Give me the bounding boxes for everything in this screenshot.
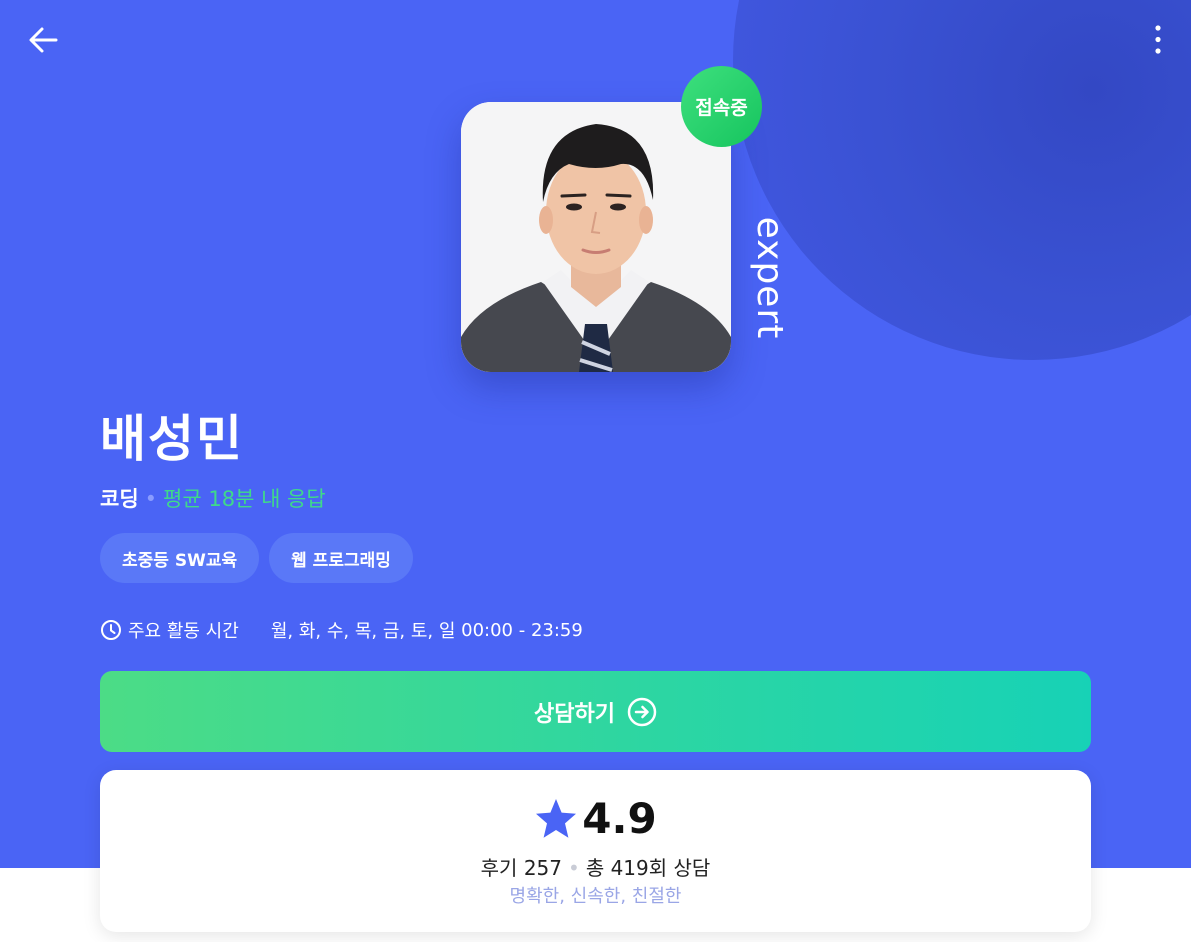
- expert-tags: 초중등 SW교육 웹 프로그래밍: [100, 533, 413, 583]
- online-status-badge: 접속중: [681, 66, 762, 147]
- expert-subline: 코딩 • 평균 18분 내 응답: [100, 484, 326, 514]
- expert-name: 배성민: [100, 410, 244, 468]
- more-vertical-icon: [1155, 25, 1161, 54]
- total-suffix: 회 상담: [648, 856, 711, 880]
- expert-label: expert: [749, 216, 790, 340]
- review-keywords: 명확한, 신속한, 친절한: [509, 886, 682, 907]
- reviews-count[interactable]: 257: [524, 856, 562, 880]
- arrow-left-icon: [29, 27, 58, 53]
- separator-dot: •: [144, 487, 158, 511]
- tag-sw-education[interactable]: 초중등 SW교육: [100, 533, 260, 583]
- schedule-days: 월, 화, 수, 목, 금, 토, 일: [270, 621, 456, 642]
- rating-score: 4.9: [582, 794, 657, 843]
- arrow-right-circle-icon: [627, 697, 657, 726]
- expert-category: 코딩: [100, 487, 139, 511]
- star-icon: [536, 799, 577, 838]
- total-count: 419: [610, 856, 649, 880]
- consult-button[interactable]: 상담하기: [100, 671, 1091, 752]
- more-options-button[interactable]: [1144, 22, 1172, 58]
- review-stats: 후기 257 • 총 419회 상담: [100, 854, 1091, 882]
- rating-score-row: 4.9: [100, 794, 1091, 844]
- stats-separator: •: [568, 856, 580, 880]
- activity-schedule: 주요 활동 시간 월, 화, 수, 목, 금, 토, 일 00:00 - 23:…: [100, 616, 583, 644]
- response-time: 평균 18분 내 응답: [163, 487, 326, 511]
- clock-icon: [101, 620, 121, 640]
- avatar: [461, 102, 731, 372]
- background-circle: [733, 0, 1191, 360]
- profile-hero: 접속중 expert 배성민 코딩 • 평균 18분 내 응답 초중등 SW교육 웹…: [0, 0, 1191, 868]
- consult-button-label: 상담하기: [534, 701, 615, 727]
- rating-card: 4.9 후기 257 • 총 419회 상담 명확한, 신속한, 친절한: [100, 770, 1091, 932]
- schedule-label: 주요 활동 시간: [128, 621, 239, 642]
- tag-web-programming[interactable]: 웹 프로그래밍: [269, 533, 413, 583]
- reviews-label: 후기: [480, 856, 518, 880]
- profile-photo: [461, 102, 731, 372]
- total-prefix: 총: [585, 856, 605, 880]
- schedule-hours: 00:00 - 23:59: [461, 619, 583, 641]
- back-button[interactable]: [24, 22, 64, 62]
